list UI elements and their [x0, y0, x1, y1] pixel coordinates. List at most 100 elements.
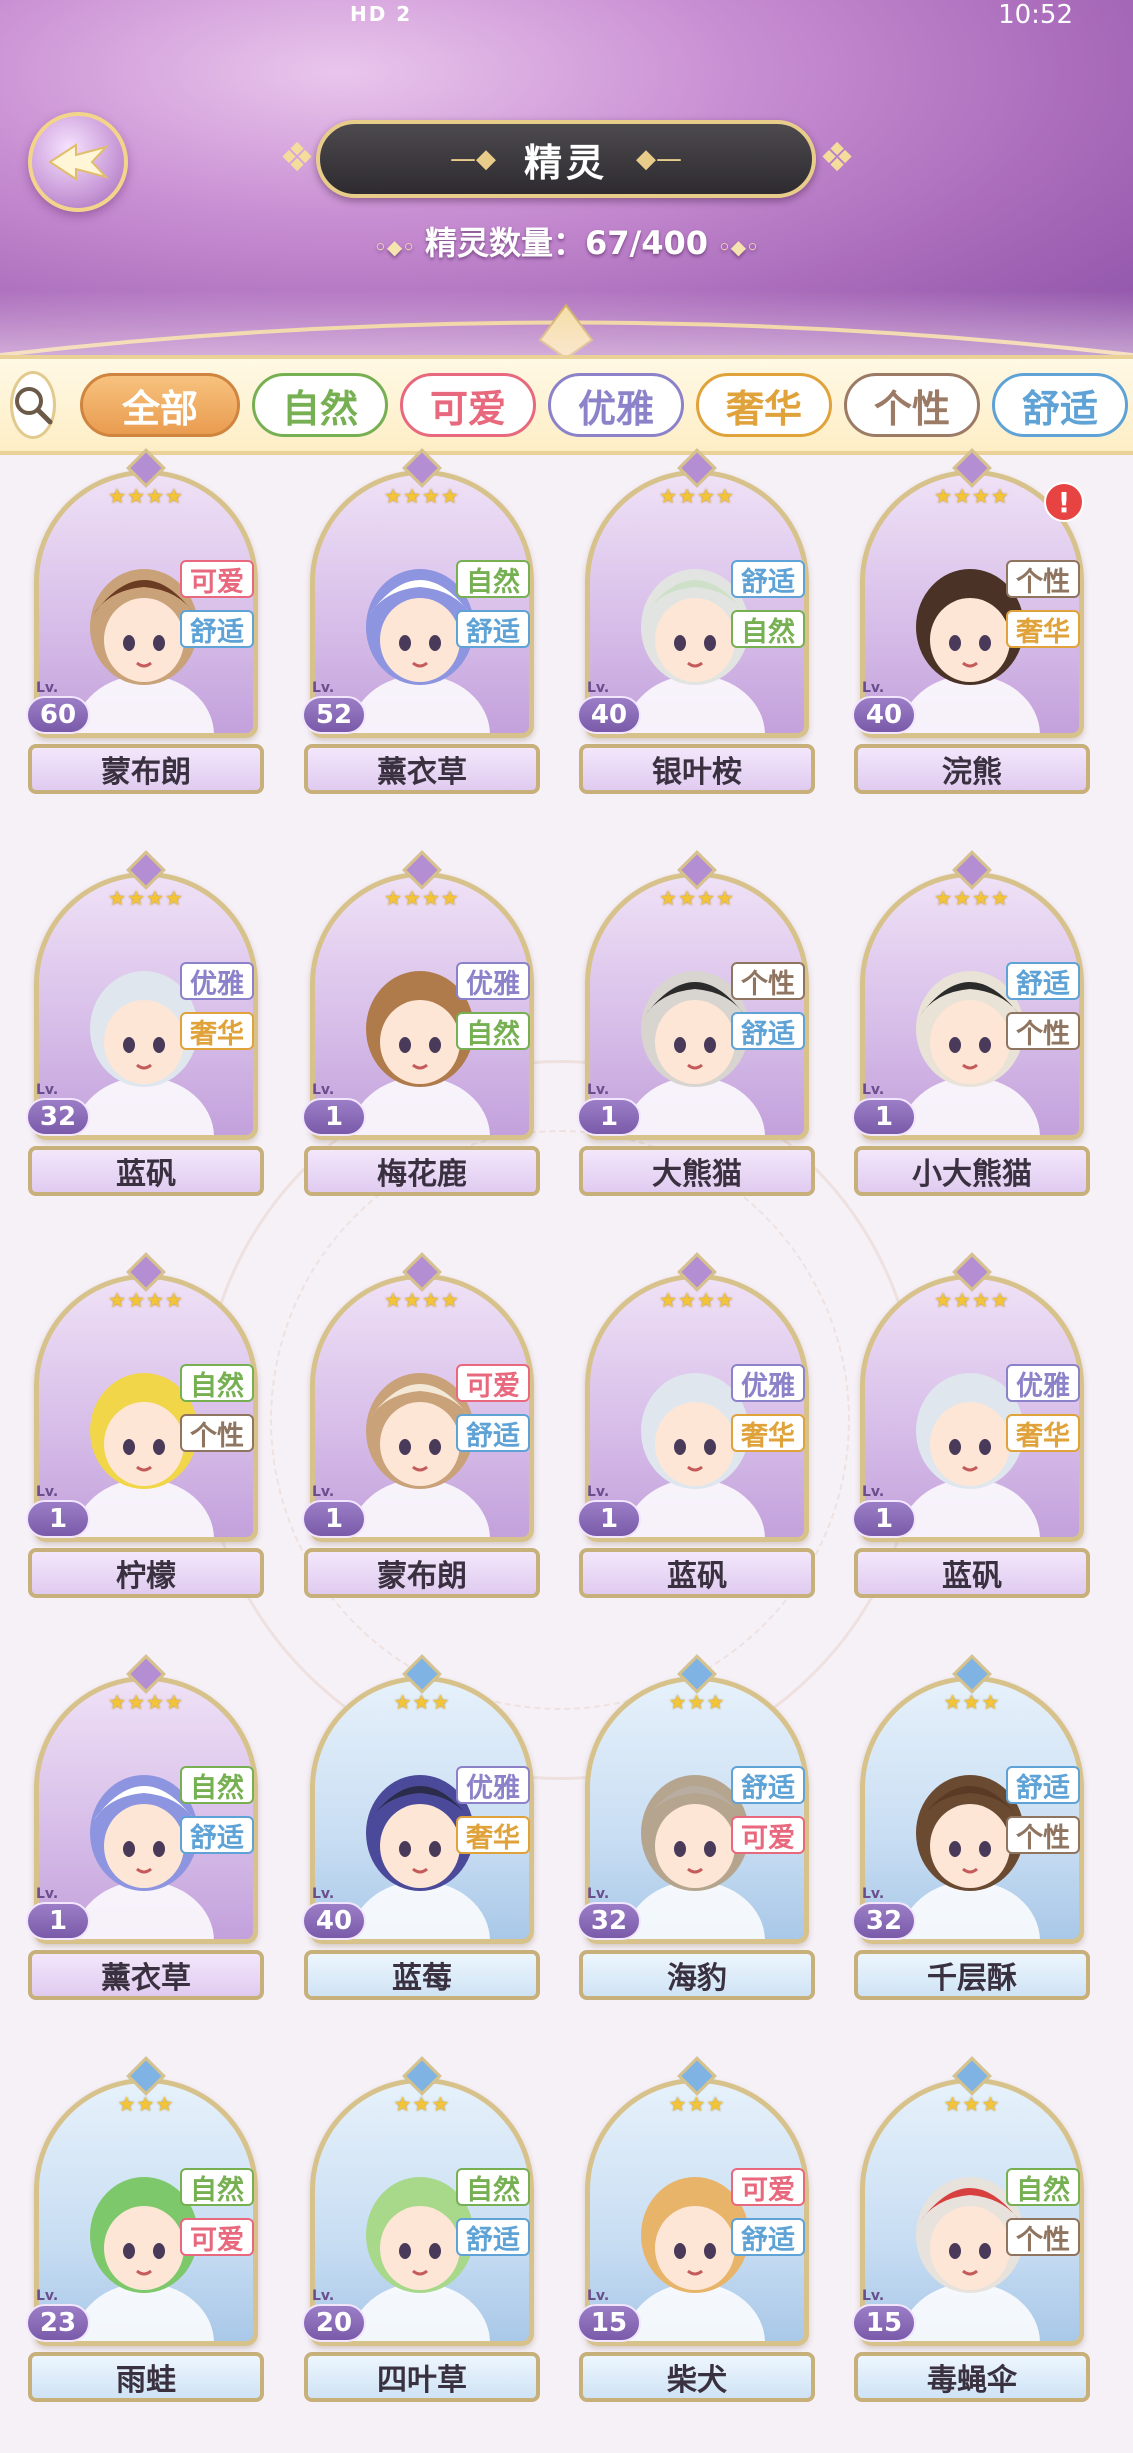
filter-chip[interactable]: 个性	[844, 373, 980, 437]
rarity-stars: ★★★	[393, 2092, 451, 2116]
style-tag: 舒适	[456, 2218, 530, 2256]
style-tag: 奢华	[456, 1816, 530, 1854]
level-prefix: Lv.	[36, 680, 59, 696]
spirit-card[interactable]: ★★★★ 优雅 奢华 Lv. 1 蓝矾	[852, 1252, 1092, 1624]
filter-chip[interactable]: 优雅	[548, 373, 684, 437]
rarity-stars: ★★★	[393, 1690, 451, 1714]
status-clock: 10:52	[998, 0, 1073, 30]
spirit-card[interactable]: ★★★ 自然 舒适 Lv. 20 四叶草	[302, 2056, 542, 2428]
spirit-card[interactable]: ★★★★ 舒适 个性 Lv. 1 小大熊猫	[852, 850, 1092, 1222]
title-banner: —◆ 精灵 ◆—	[316, 120, 816, 198]
filter-chip[interactable]: 舒适	[992, 373, 1128, 437]
spirit-card[interactable]: ★★★ 优雅 奢华 Lv. 40 蓝莓	[302, 1654, 542, 2026]
spirit-card[interactable]: ★★★★ 可爱 舒适 Lv. 60 蒙布朗	[26, 448, 266, 820]
level-badge: Lv. 32	[852, 1886, 922, 1942]
spirit-card[interactable]: ★★★★ 舒适 自然 Lv. 40 银叶桉	[577, 448, 817, 820]
style-tag: 优雅	[180, 962, 254, 1000]
spirit-count-label: 精灵数量：67/400	[424, 224, 709, 262]
level-prefix: Lv.	[312, 1886, 335, 1902]
style-tag: 自然	[180, 2168, 254, 2206]
level-number: 40	[852, 696, 916, 734]
spirit-card[interactable]: ★★★ 自然 可爱 Lv. 23 雨蛙	[26, 2056, 266, 2428]
spirit-card[interactable]: ★★★★ 自然 个性 Lv. 1 柠檬	[26, 1252, 266, 1624]
spirit-card[interactable]: ★★★★ 自然 舒适 Lv. 1 薰衣草	[26, 1654, 266, 2026]
level-prefix: Lv.	[312, 1484, 335, 1500]
spirit-card[interactable]: ★★★★ 可爱 舒适 Lv. 1 蒙布朗	[302, 1252, 542, 1624]
spirit-card[interactable]: ★★★★ 个性 舒适 Lv. 1 大熊猫	[577, 850, 817, 1222]
style-tag: 舒适	[456, 610, 530, 648]
level-number: 40	[577, 696, 641, 734]
spirit-name: 蓝矾	[854, 1548, 1090, 1598]
spirit-card[interactable]: ★★★★ 优雅 自然 Lv. 1 梅花鹿	[302, 850, 542, 1222]
style-tag: 个性	[1006, 1816, 1080, 1854]
level-badge: Lv. 1	[26, 1886, 96, 1942]
level-prefix: Lv.	[312, 680, 335, 696]
level-number: 1	[302, 1500, 366, 1538]
filter-chip[interactable]: 可爱	[400, 373, 536, 437]
rarity-stars: ★★★★	[384, 484, 460, 508]
spirit-card[interactable]: ★★★★ 优雅 奢华 Lv. 32 蓝矾	[26, 850, 266, 1222]
level-prefix: Lv.	[312, 1082, 335, 1098]
level-number: 40	[302, 1902, 366, 1940]
level-badge: Lv. 1	[577, 1082, 647, 1138]
level-badge: Lv. 1	[852, 1484, 922, 1540]
spirit-card[interactable]: ★★★ 舒适 可爱 Lv. 32 海豹	[577, 1654, 817, 2026]
search-icon	[15, 387, 53, 425]
rarity-stars: ★★★★	[108, 1690, 184, 1714]
level-prefix: Lv.	[312, 2288, 335, 2304]
filter-chip[interactable]: 奢华	[696, 373, 832, 437]
level-prefix: Lv.	[862, 1484, 885, 1500]
filter-chip[interactable]: 全部	[80, 373, 240, 437]
spirit-card[interactable]: ★★★★ 自然 舒适 Lv. 52 薰衣草	[302, 448, 542, 820]
level-prefix: Lv.	[862, 2288, 885, 2304]
spirit-name: 银叶桉	[579, 744, 815, 794]
level-badge: Lv. 1	[302, 1484, 372, 1540]
spirit-count: ◦◆◦ 精灵数量：67/400 ◦◆◦	[0, 218, 1133, 264]
count-deco-left-icon: ◦◆◦	[374, 235, 415, 259]
level-number: 1	[577, 1098, 641, 1136]
filter-chip[interactable]: 自然	[252, 373, 388, 437]
rarity-stars: ★★★	[668, 1690, 726, 1714]
level-badge: Lv. 15	[577, 2288, 647, 2344]
style-tag: 舒适	[731, 1012, 805, 1050]
level-number: 23	[26, 2304, 90, 2342]
level-badge: Lv. 40	[852, 680, 922, 736]
spirit-card[interactable]: ★★★ 自然 个性 Lv. 15 毒蝇伞	[852, 2056, 1092, 2428]
style-tag: 自然	[456, 560, 530, 598]
gold-arch-ornament	[0, 303, 1133, 360]
style-tag: 舒适	[731, 1766, 805, 1804]
level-number: 1	[302, 1098, 366, 1136]
level-number: 20	[302, 2304, 366, 2342]
level-prefix: Lv.	[587, 680, 610, 696]
spirit-name: 雨蛙	[28, 2352, 264, 2402]
level-number: 15	[577, 2304, 641, 2342]
spirit-name: 四叶草	[304, 2352, 540, 2402]
spirit-name: 蓝矾	[579, 1548, 815, 1598]
level-number: 32	[26, 1098, 90, 1136]
spirit-card[interactable]: ★★★ 可爱 舒适 Lv. 15 柴犬	[577, 2056, 817, 2428]
level-number: 1	[852, 1500, 916, 1538]
style-tag: 舒适	[731, 2218, 805, 2256]
style-tag: 奢华	[180, 1012, 254, 1050]
level-badge: Lv. 15	[852, 2288, 922, 2344]
filter-chips: 全部 自然 可爱 优雅 奢华 个性 舒适	[80, 373, 1133, 437]
header: HD 2 10:52 ❖ —◆ 精灵 ◆— ❖ ◦◆◦ 精灵数量：67/400 ◦◆…	[0, 0, 1133, 360]
spirit-card[interactable]: ★★★★ 优雅 奢华 Lv. 1 蓝矾	[577, 1252, 817, 1624]
rarity-stars: ★★★★	[659, 1288, 735, 1312]
rarity-stars: ★★★★	[659, 886, 735, 910]
search-button[interactable]	[10, 371, 56, 439]
rarity-stars: ★★★★	[108, 484, 184, 508]
style-tag: 舒适	[180, 1816, 254, 1854]
rarity-stars: ★★★	[943, 1690, 1001, 1714]
level-badge: Lv. 32	[577, 1886, 647, 1942]
level-badge: Lv. 20	[302, 2288, 372, 2344]
level-badge: Lv. 40	[302, 1886, 372, 1942]
level-badge: Lv. 40	[577, 680, 647, 736]
level-badge: Lv. 1	[852, 1082, 922, 1138]
back-button[interactable]	[28, 112, 128, 212]
level-number: 1	[852, 1098, 916, 1136]
spirit-card[interactable]: ★★★ 舒适 个性 Lv. 32 千层酥	[852, 1654, 1092, 2026]
style-tag: 优雅	[456, 962, 530, 1000]
spirit-card[interactable]: ★★★★ 个性 奢华 Lv. 40 ! 浣熊	[852, 448, 1092, 820]
spirit-name: 梅花鹿	[304, 1146, 540, 1196]
